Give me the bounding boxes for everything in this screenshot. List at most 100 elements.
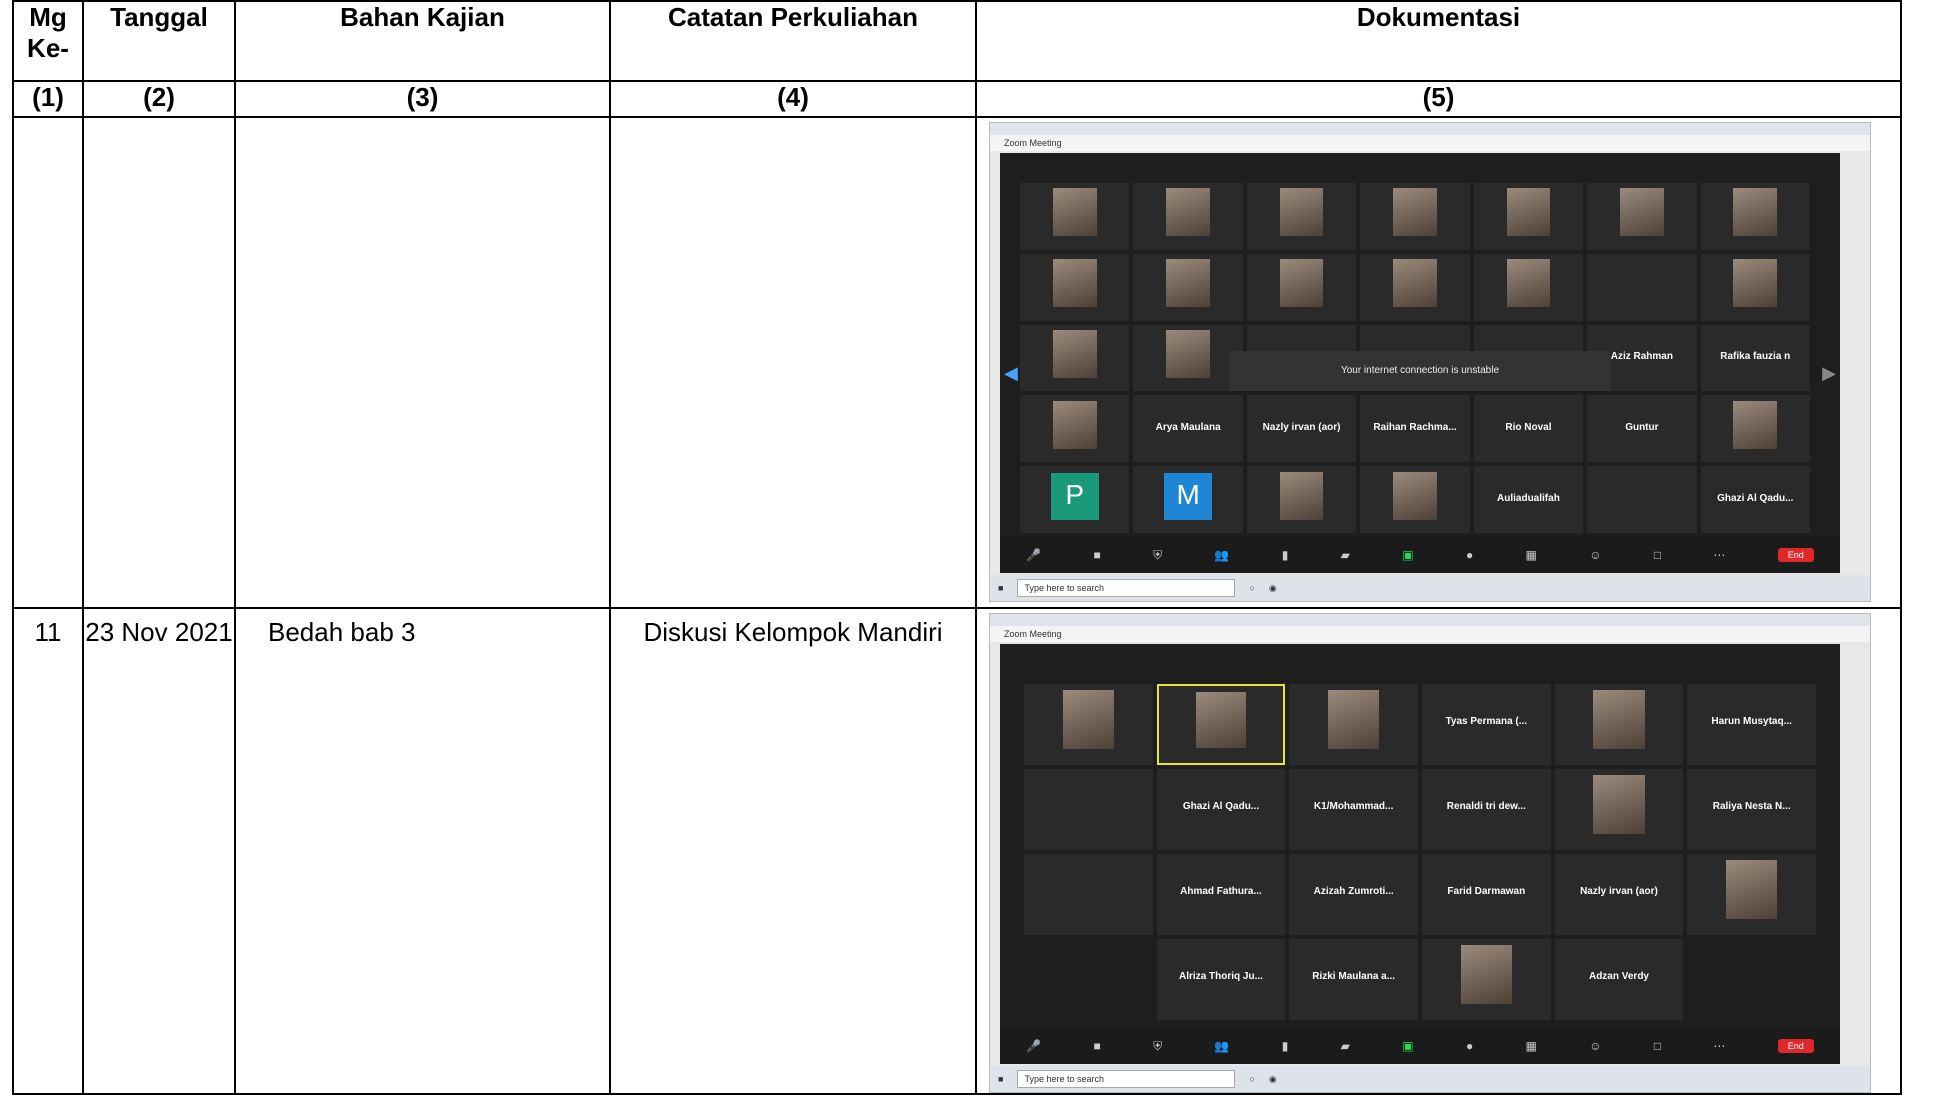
video-tile <box>1587 183 1697 250</box>
video-tile <box>1020 183 1130 250</box>
record-icon[interactable]: ● <box>1466 1039 1473 1053</box>
video-tile <box>1020 324 1130 392</box>
apps-icon[interactable]: □ <box>1654 548 1661 562</box>
number-3: (3) <box>234 80 611 118</box>
video-icon[interactable]: ■ <box>1093 548 1100 562</box>
zoom-titlebar: Zoom Meeting <box>990 135 1870 151</box>
video-tile <box>1587 466 1697 533</box>
video-tile <box>1133 324 1243 392</box>
header-bahan-kajian: Bahan Kajian <box>234 0 611 82</box>
taskview-icon[interactable]: ○ <box>1249 1074 1254 1084</box>
number-1: (1) <box>12 80 84 118</box>
video-tile: Ahmad Fathura... <box>1156 854 1286 935</box>
polls-icon[interactable]: ▮ <box>1282 548 1289 562</box>
more-icon[interactable]: ⋯ <box>1713 1039 1725 1053</box>
video-tile: Renaldi tri dew... <box>1422 769 1551 850</box>
apps-icon[interactable]: □ <box>1654 1039 1661 1053</box>
chat-icon[interactable]: ▰ <box>1341 1039 1350 1053</box>
video-tile: Harun Musytaq... <box>1687 684 1816 765</box>
video-tile <box>1554 769 1684 850</box>
video-tile <box>1024 854 1153 935</box>
video-tile <box>1360 253 1470 321</box>
search-input[interactable]: Type here to search <box>1017 579 1236 597</box>
browser-icon[interactable]: ◉ <box>1269 1074 1277 1085</box>
catatan-cell: Diskusi Kelompok Mandiri <box>609 607 977 1095</box>
video-tile <box>1246 466 1357 533</box>
video-tile: Rizki Maulana a... <box>1289 939 1418 1020</box>
video-tile <box>1360 466 1470 533</box>
video-tile <box>1133 183 1243 250</box>
catatan-cell <box>609 116 977 609</box>
breakout-icon[interactable]: ▦ <box>1526 548 1537 562</box>
windows-taskbar: ■ Type here to search ○ ◉ <box>990 575 1870 601</box>
video-tile <box>1020 395 1130 463</box>
participants-icon[interactable]: 👥 <box>1214 548 1229 562</box>
header-row: Mg Ke- Tanggal Bahan Kajian Catatan Perku… <box>12 0 1902 82</box>
video-tile: Rio Noval <box>1473 395 1584 463</box>
share-screen-icon[interactable]: ▣ <box>1402 1039 1413 1053</box>
security-icon[interactable]: ⛨ <box>1153 1039 1162 1054</box>
zoom-toolbar: 🎤 ■ ⛨ 👥 ▮ ▰ ▣ ● ▦ ☺ □ ⋯ End <box>1000 1028 1840 1064</box>
zoom-stage: ◀ ▶ Aziz Rahman Rafika fauzia n Arya Mau… <box>1000 153 1840 573</box>
zoom-toolbar: 🎤 ■ ⛨ 👥 ▮ ▰ ▣ ● ▦ ☺ □ ⋯ End <box>1000 537 1840 573</box>
video-tile: Guntur <box>1587 395 1697 463</box>
video-grid: Tyas Permana (... Harun Musytaq... Ghazi… <box>1024 684 1816 1020</box>
video-tile <box>1024 939 1153 1020</box>
zoom-screenshot: Zoom Meeting Tyas Permana (... Harun Mus… <box>989 613 1871 1093</box>
header-tanggal: Tanggal <box>82 0 236 82</box>
polls-icon[interactable]: ▮ <box>1282 1039 1289 1053</box>
documentation-cell: Zoom Meeting ◀ ▶ Aziz Rahman Rafika fauz… <box>975 116 1902 609</box>
video-tile <box>1700 183 1810 250</box>
video-tile <box>1133 253 1243 321</box>
end-button[interactable]: End <box>1777 1039 1814 1053</box>
next-page-icon: ▶ <box>1822 363 1836 383</box>
video-tile: M <box>1133 466 1243 533</box>
video-tile <box>1687 939 1816 1020</box>
share-screen-icon[interactable]: ▣ <box>1402 548 1413 562</box>
mg-cell <box>12 116 84 609</box>
video-tile <box>1289 684 1418 765</box>
bahan-cell: Bedah bab 3 <box>234 607 611 1095</box>
active-speaker-tile <box>1156 684 1286 765</box>
security-icon[interactable]: ⛨ <box>1153 548 1162 563</box>
video-tile <box>1422 939 1551 1020</box>
taskview-icon[interactable]: ○ <box>1249 583 1254 593</box>
breakout-icon[interactable]: ▦ <box>1526 1039 1537 1053</box>
chat-icon[interactable]: ▰ <box>1341 548 1350 562</box>
video-tile: Ghazi Al Qadu... <box>1700 466 1810 533</box>
number-5: (5) <box>975 80 1902 118</box>
video-tile: Nazly irvan (aor) <box>1246 395 1357 463</box>
video-tile: Raliya Nesta N... <box>1687 769 1816 850</box>
video-tile: Raihan Rachma... <box>1360 395 1470 463</box>
video-tile <box>1246 183 1357 250</box>
bahan-cell <box>234 116 611 609</box>
start-icon[interactable]: ■ <box>998 583 1003 593</box>
video-tile: P <box>1020 466 1130 533</box>
browser-icon[interactable]: ◉ <box>1269 583 1277 594</box>
course-log-table: Mg Ke- Tanggal Bahan Kajian Catatan Perku… <box>12 0 1902 1095</box>
mic-icon[interactable]: 🎤 <box>1026 548 1041 562</box>
video-tile: Arya Maulana <box>1133 395 1243 463</box>
video-tile: Tyas Permana (... <box>1422 684 1551 765</box>
video-tile: Auliadualifah <box>1473 466 1584 533</box>
video-icon[interactable]: ■ <box>1093 1039 1100 1053</box>
record-icon[interactable]: ● <box>1466 548 1473 562</box>
search-input[interactable]: Type here to search <box>1017 1070 1236 1088</box>
video-tile <box>1554 684 1684 765</box>
documentation-cell: Zoom Meeting Tyas Permana (... Harun Mus… <box>975 607 1902 1095</box>
video-tile: Adzan Verdy <box>1554 939 1684 1020</box>
video-tile <box>1246 253 1357 321</box>
more-icon[interactable]: ⋯ <box>1713 548 1725 562</box>
number-4: (4) <box>609 80 977 118</box>
browser-tabs <box>990 123 1870 135</box>
reactions-icon[interactable]: ☺ <box>1589 548 1601 562</box>
reactions-icon[interactable]: ☺ <box>1589 1039 1601 1053</box>
connection-toast: Your internet connection is unstable <box>1230 351 1610 391</box>
participants-icon[interactable]: 👥 <box>1214 1039 1229 1053</box>
video-tile <box>1360 183 1470 250</box>
tanggal-cell: 23 Nov 2021 <box>82 607 236 1095</box>
video-tile <box>1024 769 1153 850</box>
end-button[interactable]: End <box>1777 548 1814 562</box>
start-icon[interactable]: ■ <box>998 1074 1003 1084</box>
mic-icon[interactable]: 🎤 <box>1026 1039 1041 1053</box>
